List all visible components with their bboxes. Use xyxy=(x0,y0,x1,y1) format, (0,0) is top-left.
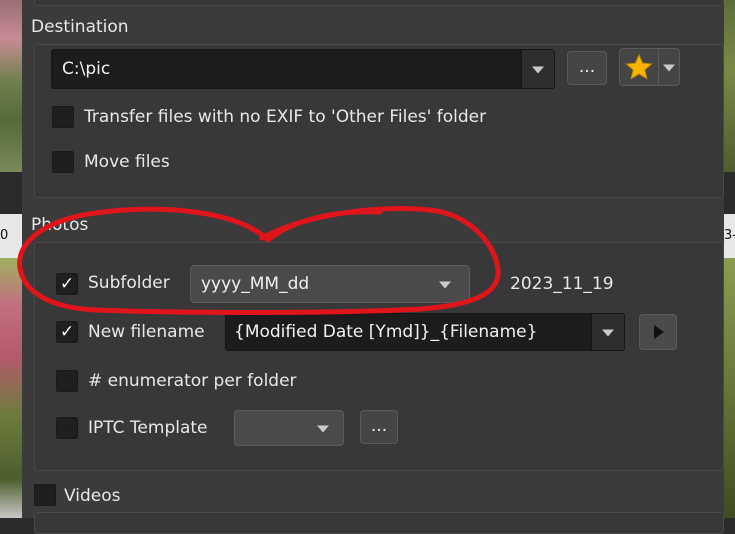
videos-label: Videos xyxy=(64,486,121,506)
browse-destination-button[interactable]: ... xyxy=(567,51,607,85)
enumerator-checkbox[interactable] xyxy=(56,370,78,392)
iptc-template-checkbox[interactable] xyxy=(56,417,78,439)
new-filename-label: New filename xyxy=(88,322,205,342)
new-filename-pattern-combobox[interactable]: {Modified Date [Ymd]}_{Filename} xyxy=(225,313,625,351)
thumbnail-caption-right: 3- xyxy=(724,214,735,258)
favorites-button[interactable] xyxy=(619,48,659,86)
iptc-template-combobox[interactable] xyxy=(234,410,344,446)
play-arrow-icon xyxy=(654,325,664,339)
iptc-template-label: IPTC Template xyxy=(88,418,208,438)
background-thumbnails-left: 0 xyxy=(0,0,22,518)
chevron-down-icon xyxy=(439,281,451,289)
videos-checkbox[interactable] xyxy=(34,484,56,506)
destination-heading: Destination xyxy=(31,17,129,37)
new-filename-pattern-value: {Modified Date [Ymd]}_{Filename} xyxy=(234,322,538,342)
subfolder-pattern-combobox[interactable]: yyyy_MM_dd xyxy=(190,265,470,303)
flower-photo-thumbnail xyxy=(724,0,735,172)
favorites-dropdown-button[interactable] xyxy=(658,48,680,86)
subfolder-checkbox[interactable]: ✓ xyxy=(56,273,78,295)
move-files-checkbox[interactable] xyxy=(52,151,74,173)
chevron-down-icon xyxy=(602,329,614,337)
flower-photo-thumbnail xyxy=(724,258,735,518)
destination-path-value: C:\pic xyxy=(62,59,111,79)
chevron-down-icon xyxy=(663,64,675,72)
no-exif-checkbox[interactable] xyxy=(52,106,74,128)
move-files-label: Move files xyxy=(84,152,170,172)
enumerator-label: # enumerator per folder xyxy=(88,371,297,391)
flower-photo-thumbnail xyxy=(0,258,22,518)
chevron-down-icon xyxy=(532,66,544,74)
destination-path-combobox[interactable]: C:\pic xyxy=(51,49,555,89)
background-thumbnails-right: 3- xyxy=(724,0,735,518)
destination-path-dropdown-button[interactable] xyxy=(521,50,554,88)
flower-photo-thumbnail xyxy=(0,0,22,172)
subfolder-preview: 2023_11_19 xyxy=(510,274,614,294)
iptc-template-browse-button[interactable]: ... xyxy=(360,410,398,444)
subfolder-label: Subfolder xyxy=(88,273,170,293)
insert-token-button[interactable] xyxy=(639,314,677,350)
new-filename-dropdown-button[interactable] xyxy=(591,314,624,350)
star-icon xyxy=(625,53,653,80)
thumbnail-caption-left: 0 xyxy=(0,214,22,258)
subfolder-pattern-value: yyyy_MM_dd xyxy=(201,274,310,294)
new-filename-checkbox[interactable]: ✓ xyxy=(56,321,78,343)
import-settings-panel: Destination C:\pic ... Transfer files wi… xyxy=(22,0,724,534)
photos-heading: Photos xyxy=(31,215,89,235)
no-exif-label: Transfer files with no EXIF to 'Other Fi… xyxy=(84,107,487,127)
previous-group-box xyxy=(34,0,724,6)
videos-group xyxy=(34,512,724,534)
chevron-down-icon xyxy=(317,425,329,433)
